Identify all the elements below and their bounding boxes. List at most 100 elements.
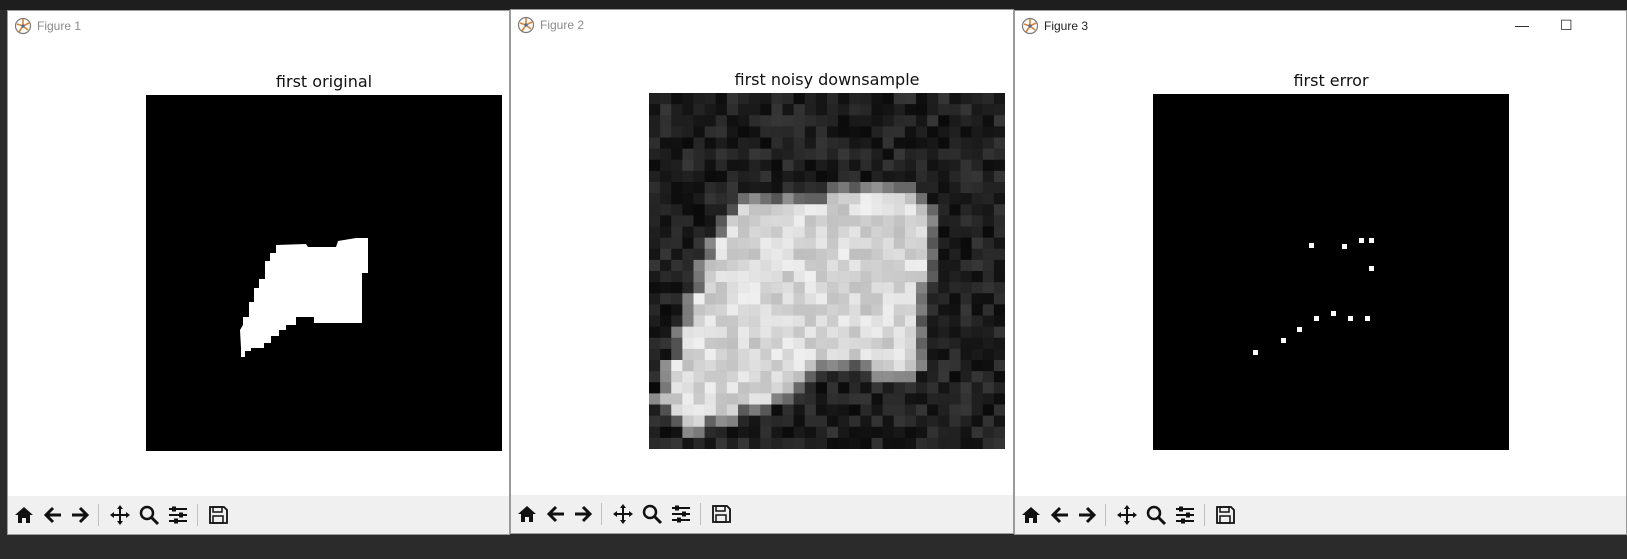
noise-pixel [993,437,1005,449]
figure-2-titlebar[interactable]: Figure 2 [511,10,1013,38]
noise-pixel [938,237,950,250]
noise-pixel [827,115,839,127]
noise-pixel [649,204,661,216]
save-floppy-icon[interactable] [204,501,232,529]
noise-pixel [893,115,906,127]
noise-pixel [693,115,705,127]
image-axes-original[interactable] [146,95,502,451]
noise-pixel [671,204,683,216]
forward-arrow-icon[interactable] [66,501,94,529]
forward-arrow-icon[interactable] [569,500,597,528]
noise-pixel [671,193,683,205]
noise-pixel [916,360,928,372]
noise-pixel [904,271,917,283]
configure-subplots-icon[interactable] [667,500,695,528]
noise-pixel [782,259,794,272]
noise-pixel [815,382,828,394]
save-floppy-icon[interactable] [707,500,735,528]
noise-pixel [715,315,728,327]
noise-pixel [827,237,839,250]
forward-arrow-icon[interactable] [1073,501,1101,529]
noise-pixel [738,382,750,394]
zoom-magnifier-icon[interactable] [1142,501,1170,529]
noise-pixel [793,137,806,149]
pan-move-icon[interactable] [609,500,637,528]
home-icon[interactable] [513,500,541,528]
noise-pixel [882,248,895,261]
noise-pixel [871,226,883,238]
noise-pixel [982,104,995,116]
noise-pixel [916,215,928,227]
noise-pixel [827,259,839,272]
noise-pixel [871,126,883,138]
maximize-button[interactable]: ☐ [1560,17,1573,34]
noise-pixel [793,226,806,238]
noise-pixel [849,293,861,305]
figure-2-toolbar [511,495,1013,533]
noise-pixel [804,93,817,105]
noise-pixel [949,104,961,116]
noise-pixel [871,182,883,194]
figure-2-window[interactable]: Figure 2 first noisy downsample [510,9,1014,534]
noise-pixel [671,404,683,416]
noise-pixel [916,371,928,383]
home-icon[interactable] [1017,501,1045,529]
pan-move-icon[interactable] [1113,501,1141,529]
figure-1-titlebar[interactable]: Figure 1 [8,11,509,39]
noise-pixel [815,360,828,372]
noise-pixel [815,293,828,305]
noise-pixel [760,426,772,439]
matplotlib-app-icon [14,17,32,35]
noise-pixel [671,393,683,405]
image-axes-noisy-downsample[interactable] [649,93,1005,449]
figure-3-titlebar[interactable]: Figure 3 — ☐ [1015,11,1626,39]
noise-pixel [771,259,783,272]
noise-pixel [838,382,850,394]
noise-pixel [715,93,728,105]
noise-pixel [671,226,683,238]
noise-pixel [871,93,883,105]
noise-pixel [982,215,995,227]
noise-pixel [682,315,694,327]
noise-pixel [682,104,694,116]
noise-pixel [771,115,783,127]
back-arrow-icon[interactable] [39,501,67,529]
configure-subplots-icon[interactable] [1171,501,1199,529]
noise-pixel [660,326,672,339]
noise-pixel [693,259,705,272]
noise-pixel [960,248,972,261]
noise-pixel [760,315,772,327]
save-floppy-icon[interactable] [1211,501,1239,529]
error-pixel [1359,238,1364,243]
figure-1-window[interactable]: Figure 1 first original [7,10,510,535]
noise-pixel [749,115,761,127]
noise-pixel [671,437,683,449]
pan-move-icon[interactable] [106,501,134,529]
noise-pixel [871,415,883,428]
noise-pixel [771,193,783,205]
noise-pixel [993,137,1005,149]
zoom-magnifier-icon[interactable] [638,500,666,528]
noise-pixel [704,104,717,116]
noise-pixel [804,404,817,416]
image-axes-error[interactable] [1153,94,1509,450]
noise-pixel [815,337,828,350]
noise-pixel [949,237,961,250]
back-arrow-icon[interactable] [542,500,570,528]
configure-subplots-icon[interactable] [164,501,192,529]
home-icon[interactable] [10,501,38,529]
noise-pixel [738,126,750,138]
noise-pixel [882,126,895,138]
noise-pixel [982,137,995,149]
noise-pixel [960,326,972,339]
noise-pixel [749,326,761,339]
noise-pixel [893,104,906,116]
noise-pixel [782,193,794,205]
zoom-magnifier-icon[interactable] [135,501,163,529]
minimize-button[interactable]: — [1515,17,1529,33]
noise-pixel [971,282,984,294]
back-arrow-icon[interactable] [1046,501,1074,529]
noise-pixel [871,170,883,183]
noise-pixel [838,393,850,405]
figure-3-window[interactable]: Figure 3 — ☐ first error [1014,10,1627,535]
